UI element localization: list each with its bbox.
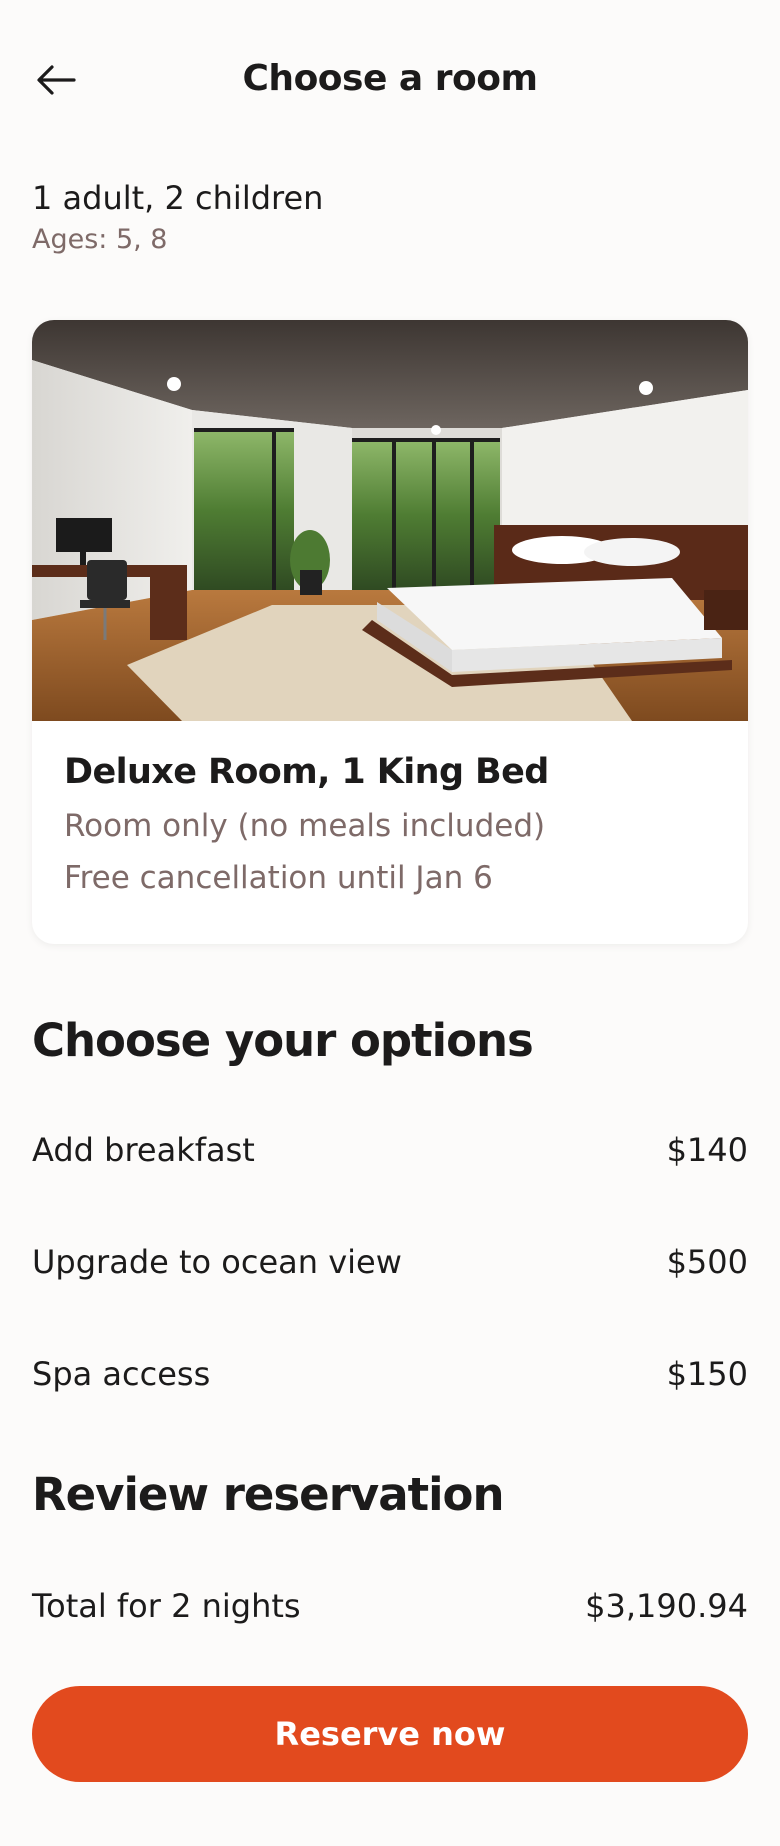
- room-photo: [32, 320, 748, 721]
- room-card[interactable]: Deluxe Room, 1 King Bed Room only (no me…: [32, 320, 748, 944]
- options-heading: Choose your options: [32, 1014, 534, 1067]
- option-row-breakfast[interactable]: Add breakfast $140: [32, 1126, 748, 1174]
- page-title: Choose a room: [242, 58, 538, 99]
- guest-ages: Ages: 5, 8: [32, 224, 168, 255]
- room-details: Deluxe Room, 1 King Bed Room only (no me…: [64, 752, 549, 896]
- option-price: $140: [666, 1131, 748, 1169]
- option-price: $150: [666, 1355, 748, 1393]
- meal-plan: Room only (no meals included): [64, 808, 546, 844]
- reserve-now-button[interactable]: Reserve now: [32, 1686, 748, 1782]
- total-row: Total for 2 nights $3,190.94: [32, 1582, 748, 1630]
- total-value: $3,190.94: [585, 1587, 748, 1625]
- cancellation-policy: Free cancellation until Jan 6: [64, 860, 493, 896]
- review-heading: Review reservation: [32, 1468, 504, 1521]
- guest-summary: 1 adult, 2 children Ages: 5, 8: [32, 178, 323, 255]
- option-label: Upgrade to ocean view: [32, 1243, 402, 1281]
- option-row-spa[interactable]: Spa access $150: [32, 1350, 748, 1398]
- option-row-ocean-view[interactable]: Upgrade to ocean view $500: [32, 1238, 748, 1286]
- option-label: Spa access: [32, 1355, 211, 1393]
- option-price: $500: [666, 1243, 748, 1281]
- header: Choose a room: [0, 0, 780, 160]
- option-label: Add breakfast: [32, 1131, 255, 1169]
- guest-count: 1 adult, 2 children: [32, 179, 324, 217]
- total-label: Total for 2 nights: [32, 1587, 301, 1625]
- room-name: Deluxe Room, 1 King Bed: [64, 752, 549, 792]
